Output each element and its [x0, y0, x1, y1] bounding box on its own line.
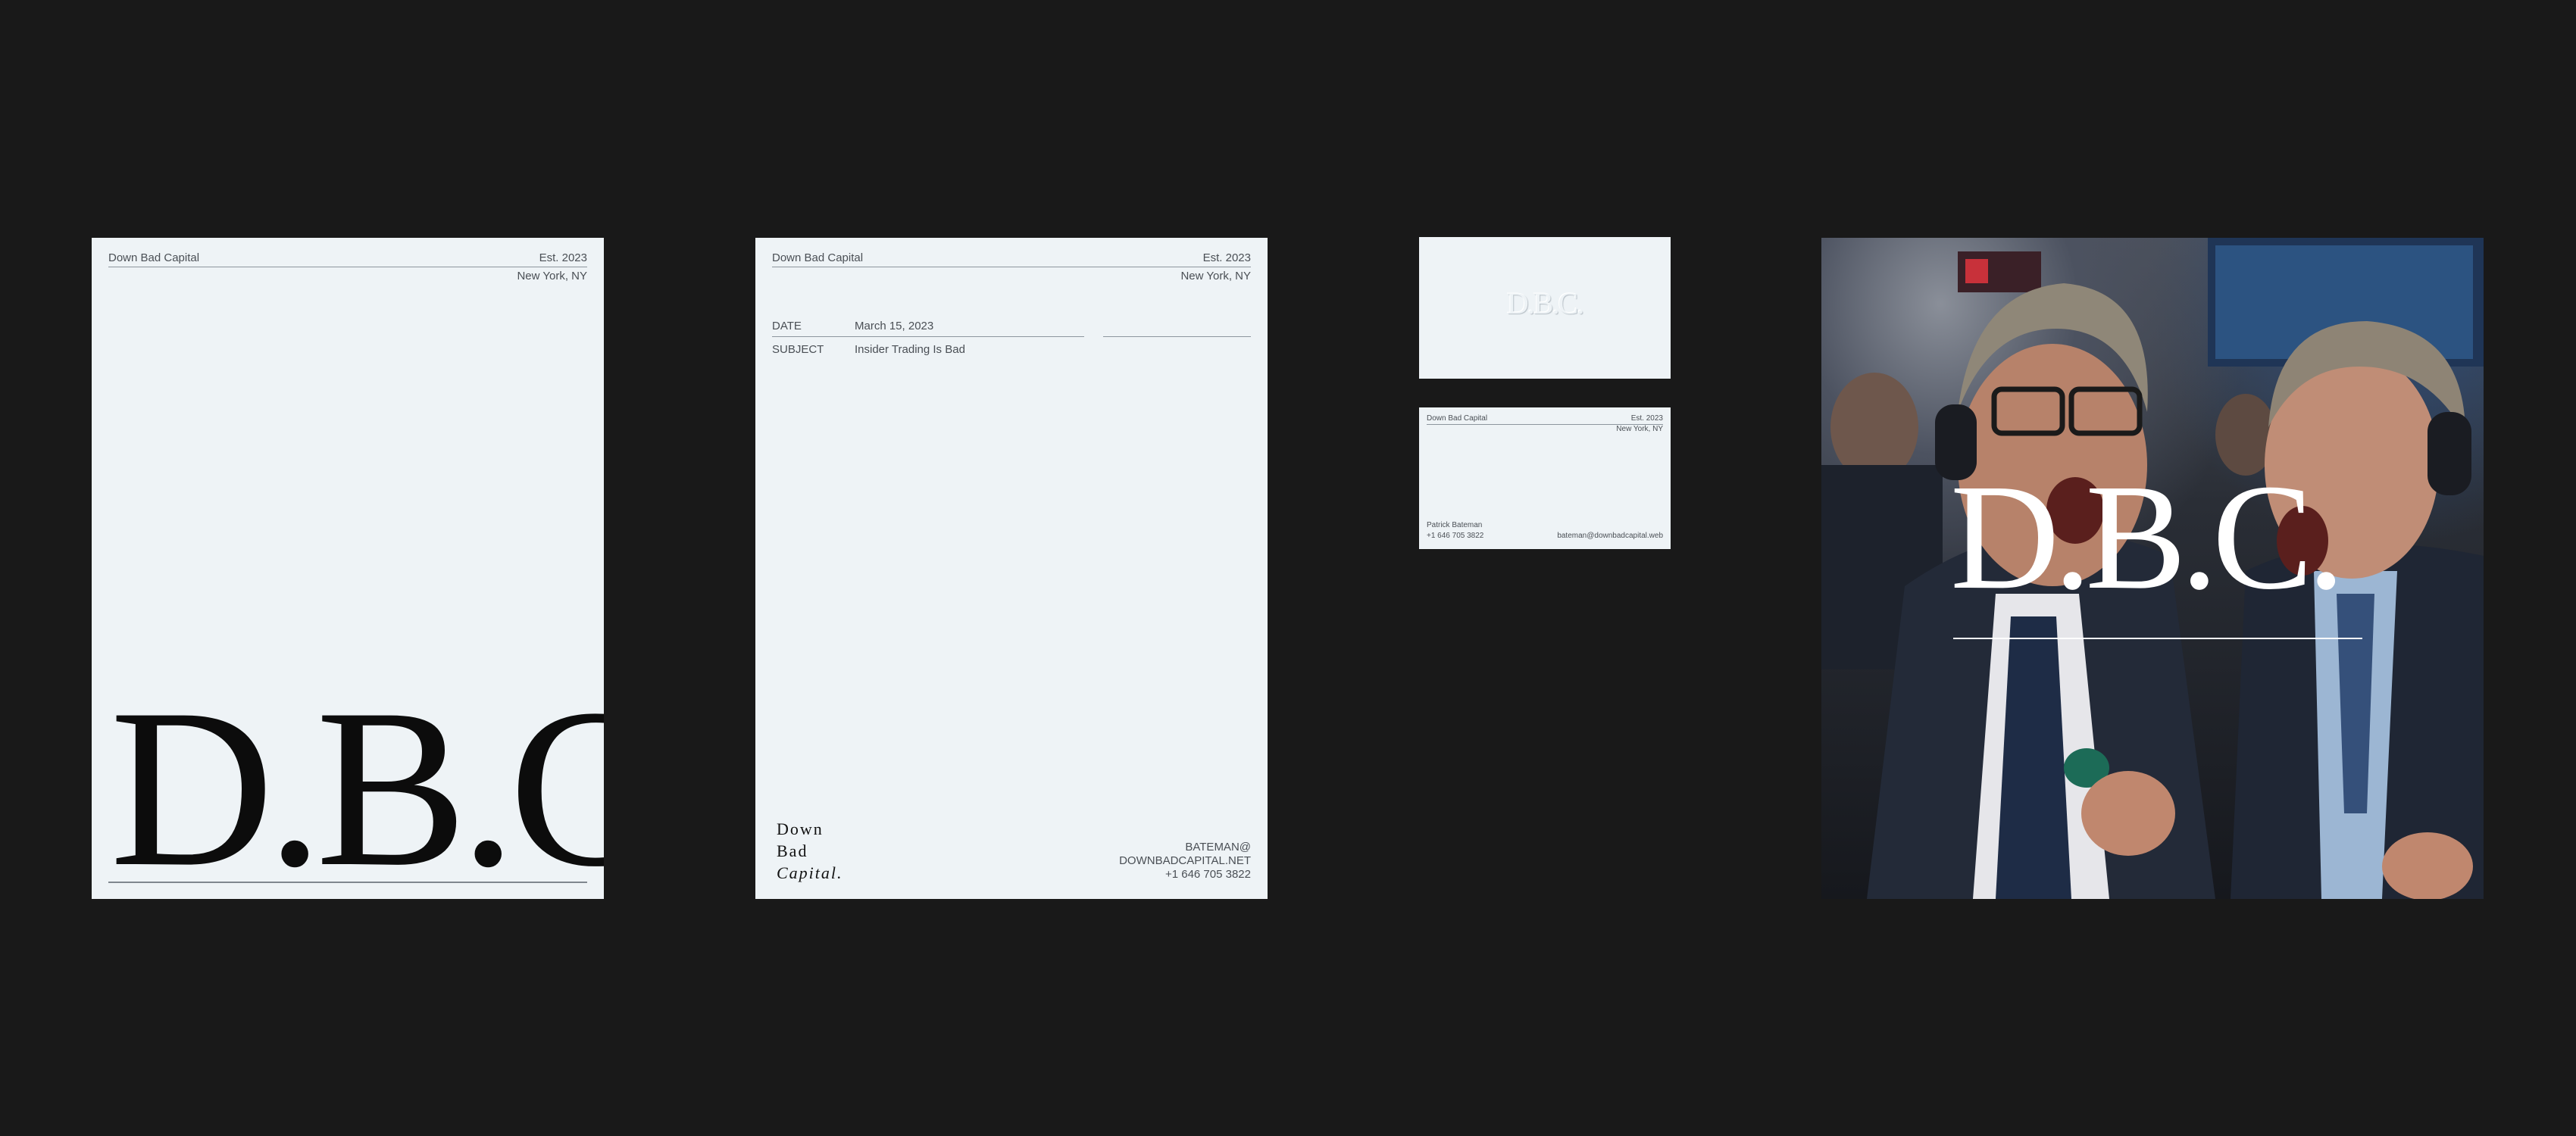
business-card-front: D.B.C.: [1419, 237, 1671, 379]
established-year: Est. 2023: [539, 251, 587, 264]
business-card-back: Down Bad Capital Est. 2023 New York, NY …: [1419, 407, 1671, 549]
person-name: Patrick Bateman: [1427, 521, 1483, 529]
letter-page: Down Bad Capital Est. 2023 New York, NY …: [755, 238, 1268, 899]
stacked-wordmark: Down Bad Capital.: [777, 818, 843, 884]
company-location: New York, NY: [1180, 270, 1251, 282]
monogram-logo: D.B.C.: [110, 662, 604, 899]
footer-rule: [108, 882, 587, 883]
left-trader-hand: [2081, 771, 2175, 856]
date-label: DATE: [772, 320, 802, 332]
established-year: Est. 2023: [1630, 414, 1663, 423]
contact-phone: +1 646 705 3822: [1165, 868, 1251, 881]
ticker-light: [1965, 259, 1988, 283]
company-name: Down Bad Capital: [108, 251, 200, 264]
person-phone: +1 646 705 3822: [1427, 532, 1484, 540]
card-person: Patrick Bateman +1 646 705 3822: [1427, 520, 1483, 541]
wordmark-line: Bad: [777, 841, 808, 860]
subject-label: SUBJECT: [772, 343, 824, 356]
wordmark-line: Down: [777, 819, 824, 838]
contact-block: BATEMAN@ DOWNBADCAPITAL.NET +1 646 705 3…: [1119, 841, 1251, 882]
date-rule: [772, 336, 1084, 337]
wordmark-line: Capital.: [777, 863, 843, 882]
overlay-rule: [1953, 638, 2362, 639]
contact-email-domain: DOWNBADCAPITAL.NET: [1119, 854, 1251, 867]
company-name: Down Bad Capital: [772, 251, 864, 264]
date-value: March 15, 2023: [855, 320, 934, 332]
person-email: bateman@downbadcapital.web: [1557, 532, 1663, 540]
company-location: New York, NY: [517, 270, 587, 282]
company-location: New York, NY: [1616, 425, 1663, 433]
blank-rule: [1103, 336, 1251, 337]
company-name: Down Bad Capital: [1427, 414, 1488, 423]
trading-floor-photo: D.B.C.: [1821, 238, 2484, 899]
photo-monogram-overlay: D.B.C.: [1950, 454, 2345, 621]
contact-email-user: BATEMAN@: [1185, 841, 1251, 854]
letterhead-cover: Down Bad Capital Est. 2023 New York, NY …: [92, 238, 604, 899]
subject-value: Insider Trading Is Bad: [855, 343, 965, 356]
established-year: Est. 2023: [1202, 251, 1251, 264]
embossed-monogram: D.B.C.: [1506, 286, 1584, 320]
headphones-icon: [2428, 412, 2471, 495]
right-trader-hand: [2382, 832, 2473, 899]
